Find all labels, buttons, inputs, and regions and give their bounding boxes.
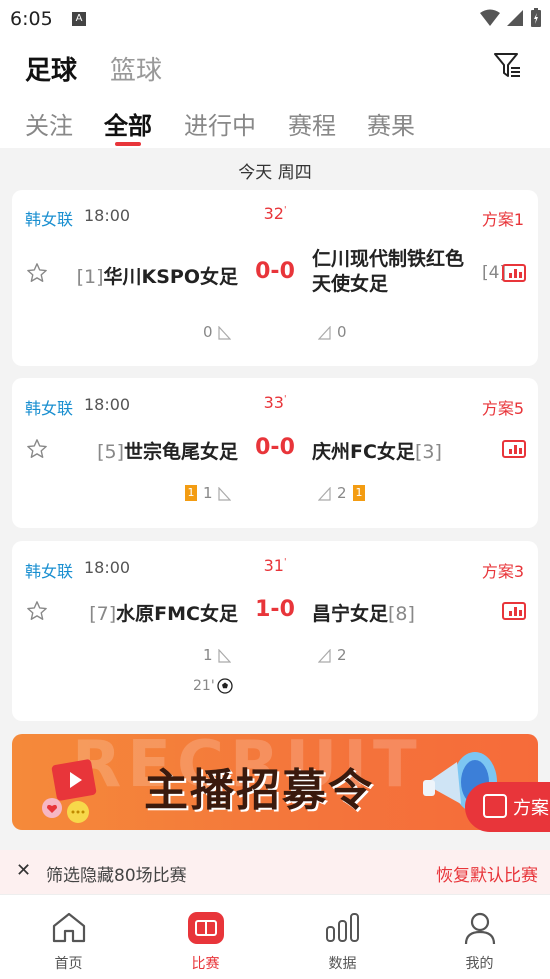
away-rank: [3] [414, 441, 442, 463]
star-icon[interactable] [26, 600, 48, 622]
star-icon[interactable] [26, 262, 48, 284]
user-icon [464, 912, 495, 945]
match-minute: 32' [263, 204, 287, 223]
hidden-matches-notice: ✕ 筛选隐藏80场比赛 恢复默认比赛 [0, 850, 550, 894]
stats-chart-icon[interactable] [502, 264, 526, 282]
system-icons [480, 8, 542, 28]
filter-icon[interactable] [492, 50, 522, 80]
yellow-card-badge: 1 [353, 485, 365, 501]
match-card[interactable]: 韩女联 18:00 32' 方案1 [1]华川KSPO女足 0-0 仁川现代制铁… [12, 190, 538, 366]
away-corners: 2 [337, 484, 347, 502]
floating-plan-label: 方案 [513, 798, 549, 819]
nav-data[interactable]: 数据 [274, 895, 411, 979]
matches-icon [187, 912, 224, 944]
status-bar: 6:05 A [0, 0, 550, 38]
tab-schedule[interactable]: 赛程 [288, 106, 336, 141]
away-team[interactable]: 仁川现代制铁红色天使女足 [312, 247, 467, 297]
close-icon[interactable]: ✕ [16, 860, 31, 881]
star-icon[interactable] [26, 438, 48, 460]
football-icon [217, 678, 233, 694]
home-corners: 0 [203, 323, 213, 341]
league-name[interactable]: 韩女联 [25, 206, 73, 230]
video-play-icon [42, 759, 97, 823]
data-bars-icon [325, 913, 359, 942]
notice-text: 筛选隐藏80场比赛 [46, 866, 187, 886]
tab-basketball[interactable]: 篮球 [110, 50, 162, 87]
home-icon [52, 912, 85, 943]
wifi-icon [480, 9, 500, 26]
stats-chart-icon[interactable] [502, 440, 526, 458]
nav-data-label: 数据 [328, 956, 357, 972]
corner-flag-icon [218, 487, 231, 501]
corner-flag-icon [318, 326, 331, 340]
home-team[interactable]: [5]世宗龟尾女足 [97, 437, 238, 464]
away-corners: 2 [337, 646, 347, 664]
tab-all[interactable]: 全部 [104, 106, 152, 141]
away-rank: [8] [388, 603, 415, 625]
home-team[interactable]: [1]华川KSPO女足 [77, 262, 238, 289]
home-corners: 1 [203, 484, 213, 502]
match-card[interactable]: 韩女联 18:00 31' 方案3 [7]水原FMC女足 1-0 昌宁女足[8]… [12, 541, 538, 721]
tab-results[interactable]: 赛果 [367, 106, 415, 141]
league-name[interactable]: 韩女联 [25, 395, 73, 419]
plan-link[interactable]: 方案1 [482, 206, 524, 230]
kickoff-time: 18:00 [84, 395, 131, 414]
tab-football[interactable]: 足球 [25, 50, 77, 87]
score: 0-0 [255, 259, 295, 284]
nav-matches-label: 比赛 [191, 956, 220, 972]
nav-matches[interactable]: 比赛 [137, 895, 274, 979]
match-card[interactable]: 韩女联 18:00 33' 方案5 [5]世宗龟尾女足 0-0 庆州FC女足[3… [12, 378, 538, 528]
nav-home-label: 首页 [54, 956, 83, 972]
floating-plan-button[interactable]: 方案 [465, 782, 550, 832]
corner-flag-icon [318, 487, 331, 501]
status-time: 6:05 [10, 8, 53, 30]
active-tab-indicator [115, 142, 141, 146]
goal-event-minute: 21' [193, 678, 215, 694]
nav-profile[interactable]: 我的 [411, 895, 548, 979]
match-minute: 31' [263, 556, 287, 575]
home-rank: [5] [97, 441, 124, 463]
bottom-navigation: 首页 比赛 数据 我的 [0, 894, 550, 979]
kickoff-time: 18:00 [84, 558, 131, 577]
corner-flag-icon [218, 649, 231, 663]
score: 0-0 [255, 435, 295, 460]
plan-link[interactable]: 方案3 [482, 558, 524, 582]
away-corners: 0 [337, 323, 347, 341]
banner-title: 主播招募令 [144, 765, 374, 816]
recruit-banner[interactable]: RECRUIT 主播招募令 [12, 734, 538, 830]
notification-a-icon: A [72, 12, 86, 26]
home-corners: 1 [203, 646, 213, 664]
stats-chart-icon[interactable] [502, 602, 526, 620]
plan-icon [483, 794, 507, 818]
battery-icon [531, 8, 541, 27]
tab-live[interactable]: 进行中 [184, 106, 256, 141]
away-team[interactable]: 庆州FC女足[3] [312, 437, 442, 464]
corner-flag-icon [318, 649, 331, 663]
date-label: 今天 周四 [238, 163, 312, 183]
tab-follow[interactable]: 关注 [25, 106, 73, 141]
match-minute: 33' [263, 393, 287, 412]
nav-profile-label: 我的 [465, 956, 494, 972]
home-rank: [7] [89, 603, 117, 625]
plan-link[interactable]: 方案5 [482, 395, 524, 419]
league-name[interactable]: 韩女联 [25, 558, 73, 582]
top-header: 足球 篮球 关注 全部 进行中 赛程 赛果 [0, 38, 550, 148]
home-team[interactable]: [7]水原FMC女足 [89, 599, 238, 626]
kickoff-time: 18:00 [84, 206, 131, 225]
nav-home[interactable]: 首页 [0, 895, 137, 979]
signal-icon [507, 10, 523, 26]
corner-flag-icon [218, 326, 231, 340]
yellow-card-badge: 1 [185, 485, 197, 501]
home-rank: [1] [76, 266, 104, 288]
away-team[interactable]: 昌宁女足[8] [312, 599, 415, 626]
restore-default-button[interactable]: 恢复默认比赛 [436, 861, 538, 886]
score: 1-0 [255, 597, 295, 622]
